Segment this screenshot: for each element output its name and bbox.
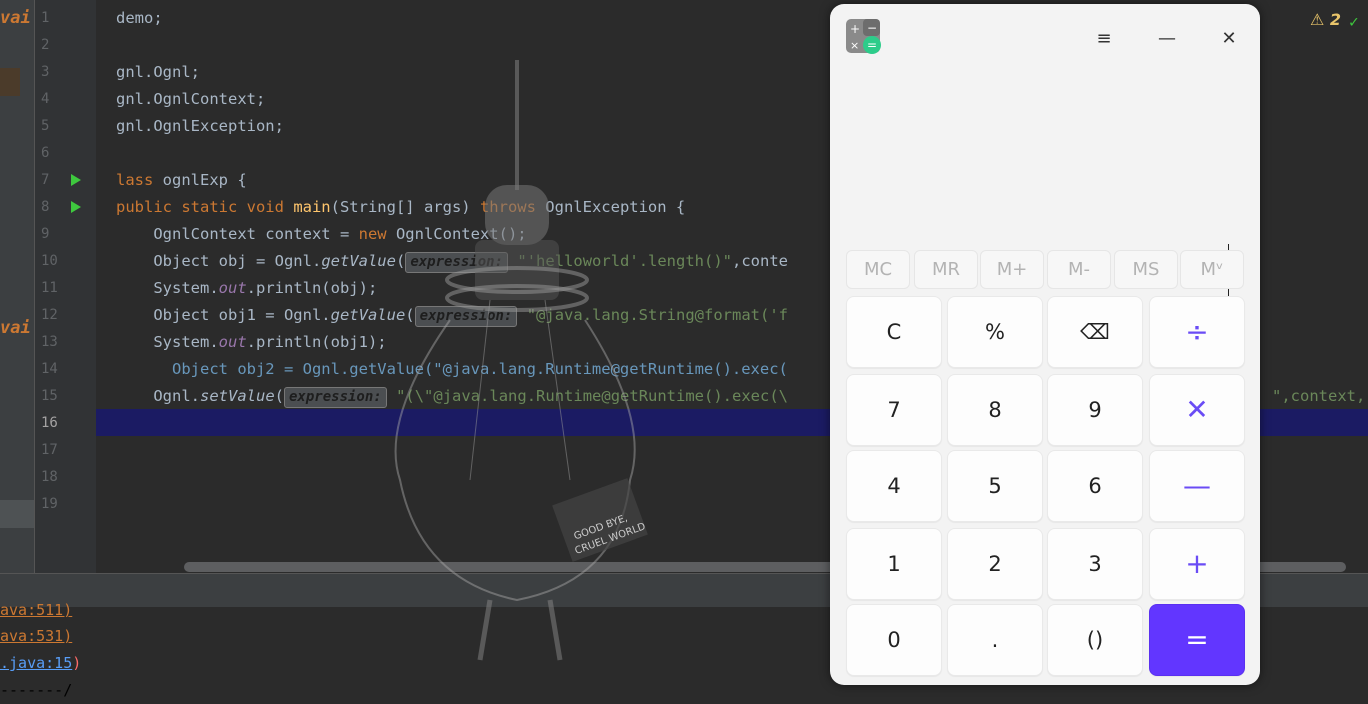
digit-8-button[interactable]: 8 bbox=[947, 374, 1043, 446]
minus-button[interactable]: — bbox=[1149, 450, 1245, 522]
parentheses-button[interactable]: () bbox=[1047, 604, 1143, 676]
code-line-3[interactable]: gnl.Ognl; bbox=[116, 59, 200, 86]
parameter-hint: expression: bbox=[414, 306, 518, 327]
calculator-window[interactable]: + − × = ≡ — ✕ MC MR M+ M- MS Mᵛ C % ⌫ ÷ … bbox=[830, 4, 1260, 685]
digit-2-button[interactable]: 2 bbox=[947, 528, 1043, 600]
memory-row: MC MR M+ M- MS Mᵛ bbox=[846, 250, 1244, 289]
memory-clear-button[interactable]: MC bbox=[846, 250, 910, 289]
line-number: 13 bbox=[41, 334, 58, 350]
line-number: 3 bbox=[41, 64, 50, 80]
project-tool-strip: vai vai bbox=[0, 0, 34, 573]
code-line-15[interactable]: Ognl.setValue(expression: "(\"@java.lang… bbox=[116, 383, 788, 410]
plus-button[interactable]: + bbox=[1149, 528, 1245, 600]
code-line-11[interactable]: System.out.println(obj); bbox=[116, 275, 377, 302]
digit-6-button[interactable]: 6 bbox=[1047, 450, 1143, 522]
memory-recall-button[interactable]: MR bbox=[914, 250, 978, 289]
digit-3-button[interactable]: 3 bbox=[1047, 528, 1143, 600]
line-number: 2 bbox=[41, 37, 50, 53]
multiply-button[interactable]: ✕ bbox=[1149, 374, 1245, 446]
code-line-8[interactable]: public static void main(String[] args) t… bbox=[116, 194, 685, 221]
warning-count: 2 bbox=[1329, 10, 1342, 29]
svg-text:×: × bbox=[850, 39, 859, 52]
calculator-display bbox=[830, 64, 1260, 300]
code-line-14[interactable]: Object obj2 = Ognl.getValue("@java.lang.… bbox=[116, 356, 788, 383]
check-icon: ✓ bbox=[1349, 12, 1359, 31]
project-selected-row[interactable] bbox=[0, 68, 20, 96]
code-line-7[interactable]: lass ognlExp { bbox=[116, 167, 247, 194]
svg-text:−: − bbox=[867, 21, 877, 35]
memory-list-button[interactable]: Mᵛ bbox=[1180, 250, 1244, 289]
parameter-hint: expression: bbox=[405, 252, 509, 273]
decimal-button[interactable]: . bbox=[947, 604, 1043, 676]
console-line[interactable]: ava:511) bbox=[0, 597, 72, 624]
digit-7-button[interactable]: 7 bbox=[846, 374, 942, 446]
code-line-15-tail[interactable]: ",context, bbox=[1272, 383, 1365, 410]
line-number: 6 bbox=[41, 145, 50, 161]
close-button[interactable]: ✕ bbox=[1214, 24, 1244, 54]
code-line-1[interactable]: demo; bbox=[116, 5, 163, 32]
code-line-10[interactable]: Object obj = Ognl.getValue(expression: "… bbox=[116, 248, 788, 275]
line-number: 16 bbox=[41, 415, 58, 431]
clear-button[interactable]: C bbox=[846, 296, 942, 368]
line-number: 12 bbox=[41, 307, 58, 323]
code-line-12[interactable]: Object obj1 = Ognl.getValue(expression: … bbox=[116, 302, 788, 329]
digit-9-button[interactable]: 9 bbox=[1047, 374, 1143, 446]
line-number: 17 bbox=[41, 442, 58, 458]
line-number: 11 bbox=[41, 280, 58, 296]
minimize-button[interactable]: — bbox=[1152, 24, 1182, 54]
memory-subtract-button[interactable]: M- bbox=[1047, 250, 1111, 289]
digit-5-button[interactable]: 5 bbox=[947, 450, 1043, 522]
line-number: 18 bbox=[41, 469, 58, 485]
line-number: 1 bbox=[41, 10, 50, 26]
code-line-4[interactable]: gnl.OgnlContext; bbox=[116, 86, 265, 113]
line-number: 7 bbox=[41, 172, 50, 188]
line-number: 8 bbox=[41, 199, 50, 215]
line-number: 10 bbox=[41, 253, 58, 269]
svg-text:=: = bbox=[867, 38, 877, 52]
code-line-13[interactable]: System.out.println(obj1); bbox=[116, 329, 386, 356]
percent-button[interactable]: % bbox=[947, 296, 1043, 368]
line-number: 15 bbox=[41, 388, 58, 404]
equals-button[interactable]: = bbox=[1149, 604, 1245, 676]
line-number: 19 bbox=[41, 496, 58, 512]
console-line[interactable]: ava:531) bbox=[0, 623, 72, 650]
console-line[interactable]: .java:15) bbox=[0, 650, 81, 677]
project-highlight-row[interactable] bbox=[0, 500, 34, 528]
memory-store-button[interactable]: MS bbox=[1114, 250, 1178, 289]
console-line: -------/ bbox=[0, 681, 73, 699]
menu-icon[interactable]: ≡ bbox=[1089, 24, 1119, 54]
project-file-fragment[interactable]: vai bbox=[0, 8, 31, 28]
line-number: 9 bbox=[41, 226, 50, 242]
line-number: 4 bbox=[41, 91, 50, 107]
backspace-button[interactable]: ⌫ bbox=[1047, 296, 1143, 368]
run-gutter-icon[interactable] bbox=[71, 201, 81, 213]
divide-button[interactable]: ÷ bbox=[1149, 296, 1245, 368]
calculator-icon: + − × = bbox=[846, 19, 881, 54]
svg-text:+: + bbox=[850, 22, 860, 36]
parameter-hint: expression: bbox=[284, 387, 387, 408]
project-file-fragment-2[interactable]: vai bbox=[0, 318, 31, 338]
line-number: 14 bbox=[41, 361, 58, 377]
run-gutter-icon[interactable] bbox=[71, 174, 81, 186]
digit-0-button[interactable]: 0 bbox=[846, 604, 942, 676]
line-number: 5 bbox=[41, 118, 50, 134]
memory-add-button[interactable]: M+ bbox=[980, 250, 1044, 289]
digit-1-button[interactable]: 1 bbox=[846, 528, 942, 600]
code-line-9[interactable]: OgnlContext context = new OgnlContext(); bbox=[116, 221, 526, 248]
digit-4-button[interactable]: 4 bbox=[846, 450, 942, 522]
code-line-5[interactable]: gnl.OgnlException; bbox=[116, 113, 284, 140]
warning-indicator[interactable]: ⚠ 2 bbox=[1310, 10, 1341, 29]
line-gutter: 1 2 3 4 5 6 7 8 9 10 11 12 13 14 15 16 17 18 19 bbox=[34, 0, 112, 573]
